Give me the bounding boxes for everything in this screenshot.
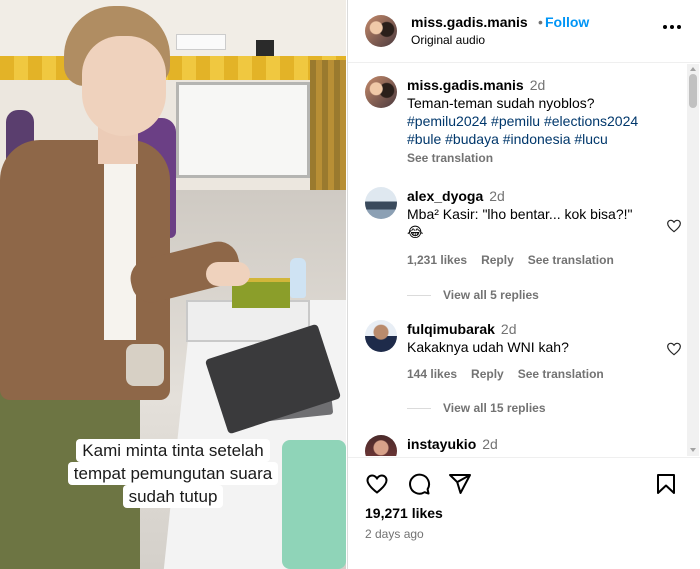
reply-button[interactable]: Reply — [481, 253, 514, 267]
header-username[interactable]: miss.gadis.manis — [411, 14, 528, 30]
scroll-up-icon[interactable] — [690, 67, 696, 71]
comment-likes[interactable]: 144 likes — [407, 367, 457, 381]
video-woman-hand — [206, 262, 250, 286]
caption-time[interactable]: 2d — [530, 77, 546, 93]
comment-icon[interactable] — [407, 472, 431, 496]
bookmark-icon[interactable] — [654, 472, 678, 496]
avatar[interactable] — [365, 187, 397, 219]
video-whiteboard — [176, 82, 310, 178]
comment-username[interactable]: fulqimubarak — [407, 321, 495, 337]
comments-scrollbar[interactable] — [687, 64, 699, 456]
comment-text: Mba² Kasir: "lho bentar... kok bisa?!" — [407, 206, 633, 222]
comment-text: Kakaknya udah WNI kah? — [407, 339, 569, 355]
avatar[interactable] — [365, 435, 397, 456]
view-replies-button[interactable]: View all 15 replies — [407, 401, 546, 415]
avatar[interactable] — [365, 76, 397, 108]
avatar[interactable] — [365, 320, 397, 352]
replies-divider — [407, 407, 431, 409]
caption-hashtags[interactable]: #bule #budaya #indonesia #lucu — [407, 130, 669, 148]
video-caption: Kami minta tinta setelah tempat pemungut… — [58, 439, 288, 508]
post-actions: 19,271 likes 2 days ago — [348, 457, 700, 569]
comment-time[interactable]: 2d — [482, 436, 498, 452]
video-woman-face — [82, 36, 166, 136]
video-woman-shirt — [104, 160, 136, 340]
follow-button[interactable]: Follow — [545, 14, 589, 30]
video-air-conditioner — [176, 34, 226, 50]
caption-line: Kami minta tinta setelah — [76, 439, 270, 462]
comments-list[interactable]: miss.gadis.manis 2d Teman-teman sudah nyo… — [348, 64, 686, 456]
heart-icon[interactable] — [666, 341, 682, 357]
comment-time[interactable]: 2d — [501, 321, 517, 337]
caption-line: sudah tutup — [122, 485, 224, 508]
view-replies-label: View all 5 replies — [443, 288, 539, 302]
reel-video[interactable]: Kami minta tinta setelah tempat pemungut… — [0, 0, 346, 569]
see-translation-link[interactable]: See translation — [407, 149, 669, 167]
view-replies-button[interactable]: View all 5 replies — [407, 288, 539, 302]
caption-hashtags[interactable]: #pemilu2024 #pemilu #elections2024 — [407, 112, 669, 130]
comment-meta: 144 likes Reply See translation — [407, 367, 604, 381]
caption-text: Teman-teman sudah nyoblos? — [407, 95, 595, 111]
heart-icon[interactable] — [365, 472, 389, 496]
post-panel: miss.gadis.manis • Follow Original audio… — [347, 0, 700, 569]
comment-emoji: 😂 — [407, 224, 424, 240]
more-icon[interactable] — [663, 22, 683, 32]
reply-button[interactable]: Reply — [471, 367, 504, 381]
comment-likes[interactable]: 1,231 likes — [407, 253, 467, 267]
video-woman-bag — [126, 344, 164, 386]
video-ceiling — [0, 0, 346, 60]
heart-icon[interactable] — [666, 218, 682, 234]
caption-username[interactable]: miss.gadis.manis — [407, 77, 524, 93]
view-replies-label: View all 15 replies — [443, 401, 546, 415]
header-separator: • — [538, 14, 543, 30]
caption-line: tempat pemungutan suara — [67, 462, 279, 485]
replies-divider — [407, 294, 431, 296]
avatar[interactable] — [365, 15, 397, 47]
audio-link[interactable]: Original audio — [411, 33, 485, 47]
see-translation-link[interactable]: See translation — [528, 253, 614, 267]
video-curtain — [0, 56, 346, 82]
comment-username[interactable]: alex_dyoga — [407, 188, 483, 204]
see-translation-link[interactable]: See translation — [518, 367, 604, 381]
comment-time[interactable]: 2d — [489, 188, 505, 204]
video-cloth — [282, 440, 346, 569]
post-header: miss.gadis.manis • Follow Original audio — [348, 0, 700, 63]
post-timestamp[interactable]: 2 days ago — [365, 527, 424, 541]
scroll-down-icon[interactable] — [690, 448, 696, 452]
share-icon[interactable] — [448, 472, 472, 496]
video-water-bottle — [290, 258, 306, 298]
likes-count[interactable]: 19,271 likes — [365, 505, 443, 521]
comment-username[interactable]: instayukio — [407, 436, 476, 452]
comment-meta: 1,231 likes Reply See translation — [407, 253, 614, 267]
scrollbar-thumb[interactable] — [689, 74, 697, 108]
